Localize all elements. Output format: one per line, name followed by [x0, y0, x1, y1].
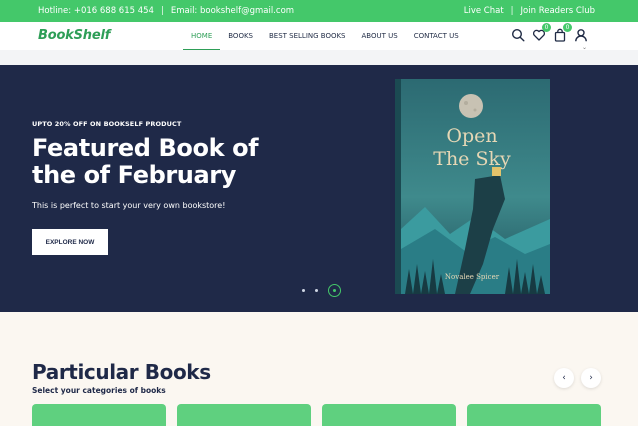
nav-books[interactable]: BOOKS: [220, 22, 261, 50]
nav-about-us[interactable]: ABOUT US: [354, 22, 406, 50]
promo-text: UPTO 20% OFF ON BOOKSELF PRODUCT: [32, 120, 182, 128]
book-title-line2: The Sky: [433, 148, 511, 170]
book-title-line1: Open: [446, 125, 497, 147]
heart-icon[interactable]: 0: [532, 23, 551, 41]
section-subtitle: Select your categories of books: [32, 386, 166, 395]
search-icon[interactable]: [511, 27, 525, 42]
carousel-dot[interactable]: [315, 289, 318, 292]
nav-best-selling-books[interactable]: BEST SELLING BOOKS: [261, 22, 354, 50]
bag-icon[interactable]: 0: [553, 23, 572, 42]
user-icon[interactable]: [574, 27, 588, 42]
category-card[interactable]: [177, 404, 311, 426]
site-header: BookShelf HOME BOOKS BEST SELLING BOOKS …: [0, 22, 638, 50]
header-divider: [0, 50, 638, 65]
top-info-bar: Hotline: +016 688 615 454 | Email: books…: [0, 0, 638, 22]
hero-banner: UPTO 20% OFF ON BOOKSELF PRODUCT Feature…: [0, 65, 638, 312]
header-icons: 0 0: [511, 23, 588, 42]
particular-books-section: Particular Books Select your categories …: [0, 312, 638, 426]
chevron-left-icon[interactable]: ‹: [554, 368, 574, 388]
nav-contact-us[interactable]: CONTACT US: [406, 22, 467, 50]
explore-now-button[interactable]: EXPLORE NOW: [32, 229, 108, 255]
chevron-right-icon[interactable]: ›: [581, 368, 601, 388]
separator: |: [510, 6, 514, 16]
featured-book-cover[interactable]: Open The Sky Novalee Spicer: [395, 79, 550, 294]
category-card[interactable]: [467, 404, 601, 426]
cart-count-badge: 0: [563, 23, 572, 32]
carousel-dots: [302, 284, 341, 297]
category-card[interactable]: [322, 404, 456, 426]
live-chat-link[interactable]: Live Chat: [464, 6, 504, 16]
nav-home[interactable]: HOME: [183, 22, 221, 50]
hero-headline: Featured Book of the of February: [32, 134, 259, 189]
category-card[interactable]: [32, 404, 166, 426]
carousel-dot[interactable]: [302, 289, 305, 292]
join-readers-club-link[interactable]: Join Readers Club: [521, 6, 595, 16]
separator: |: [160, 6, 164, 16]
hotline-text[interactable]: Hotline: +016 688 615 454: [38, 6, 154, 16]
wishlist-count-badge: 0: [542, 23, 551, 32]
section-title: Particular Books: [32, 360, 211, 384]
hero-subtitle: This is perfect to start your very own b…: [32, 201, 226, 210]
carousel-dot-active[interactable]: [328, 284, 341, 297]
main-nav: HOME BOOKS BEST SELLING BOOKS ABOUT US C…: [183, 22, 467, 50]
email-text[interactable]: Email: bookshelf@gmail.com: [171, 6, 294, 16]
book-author: Novalee Spicer: [445, 273, 500, 281]
logo[interactable]: BookShelf: [38, 28, 110, 43]
